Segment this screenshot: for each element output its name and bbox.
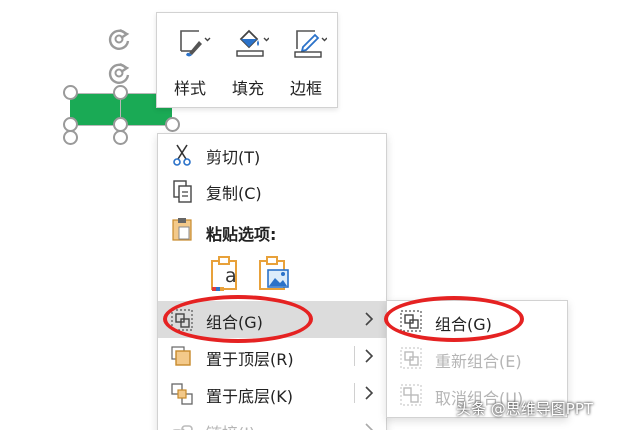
menu-item-copy[interactable]: 复制(C) [158,172,386,209]
menu-item-link[interactable]: 链接(I) [158,412,386,430]
shape-style-icon [180,30,211,57]
style-button[interactable]: 样式 [163,21,217,103]
context-menu: 剪切(T) 复制(C) 粘贴选项: a 组合(G) 置于顶层(R) 置于底层(K… [157,133,387,430]
style-label: 样式 [173,79,206,98]
resize-handle[interactable] [113,85,128,100]
submenu-regroup-label: 重新组合(E) [435,352,522,371]
highlight-ellipse [384,296,524,342]
link-label: 链接(I) [206,420,255,430]
rotate-handle-icon[interactable] [106,60,132,86]
cut-label: 剪切(T) [206,148,261,167]
link-icon [172,425,193,430]
chevron-right-icon [365,349,374,363]
chevron-right-icon [365,386,374,400]
border-label: 边框 [289,79,322,98]
bring-to-front-label: 置于顶层(R) [206,350,294,369]
border-button[interactable]: 边框 [279,21,333,103]
menu-item-bring-to-front[interactable]: 置于顶层(R) [158,338,386,375]
chevron-right-icon [365,423,374,430]
rotate-handle-icon[interactable] [106,26,132,52]
fill-label: 填充 [231,79,264,98]
paste-options-label: 粘贴选项: [206,225,277,244]
copy-label: 复制(C) [206,184,262,203]
chevron-right-icon [365,312,374,326]
copy-icon [173,180,192,203]
send-to-back-icon [171,383,193,405]
menu-item-cut[interactable]: 剪切(T) [158,136,386,173]
submenu-item-regroup[interactable]: 重新组合(E) [387,340,567,376]
clipboard-icon [172,218,192,241]
resize-handle[interactable] [63,85,78,100]
border-pencil-icon [294,30,327,58]
fill-button[interactable]: 填充 [221,21,275,103]
menu-item-send-to-back[interactable]: 置于底层(K) [158,375,386,412]
regroup-icon [400,347,422,369]
scissors-icon [173,144,191,166]
menu-divider [354,383,355,403]
resize-handle[interactable] [165,117,180,132]
fill-bucket-icon [236,29,269,57]
paste-picture-icon[interactable] [256,254,292,294]
highlight-ellipse [163,295,313,343]
paste-text-icon-letter: a [225,265,237,287]
watermark: 头条 @思维导图PPT [456,400,594,418]
menu-divider [354,346,355,366]
resize-handle[interactable] [63,130,78,145]
bring-to-front-icon [171,346,191,366]
resize-handle[interactable] [113,130,128,145]
mini-format-toolbar: 样式 填充 边框 [156,12,338,108]
send-to-back-label: 置于底层(K) [206,387,293,406]
ungroup-icon [400,384,422,406]
